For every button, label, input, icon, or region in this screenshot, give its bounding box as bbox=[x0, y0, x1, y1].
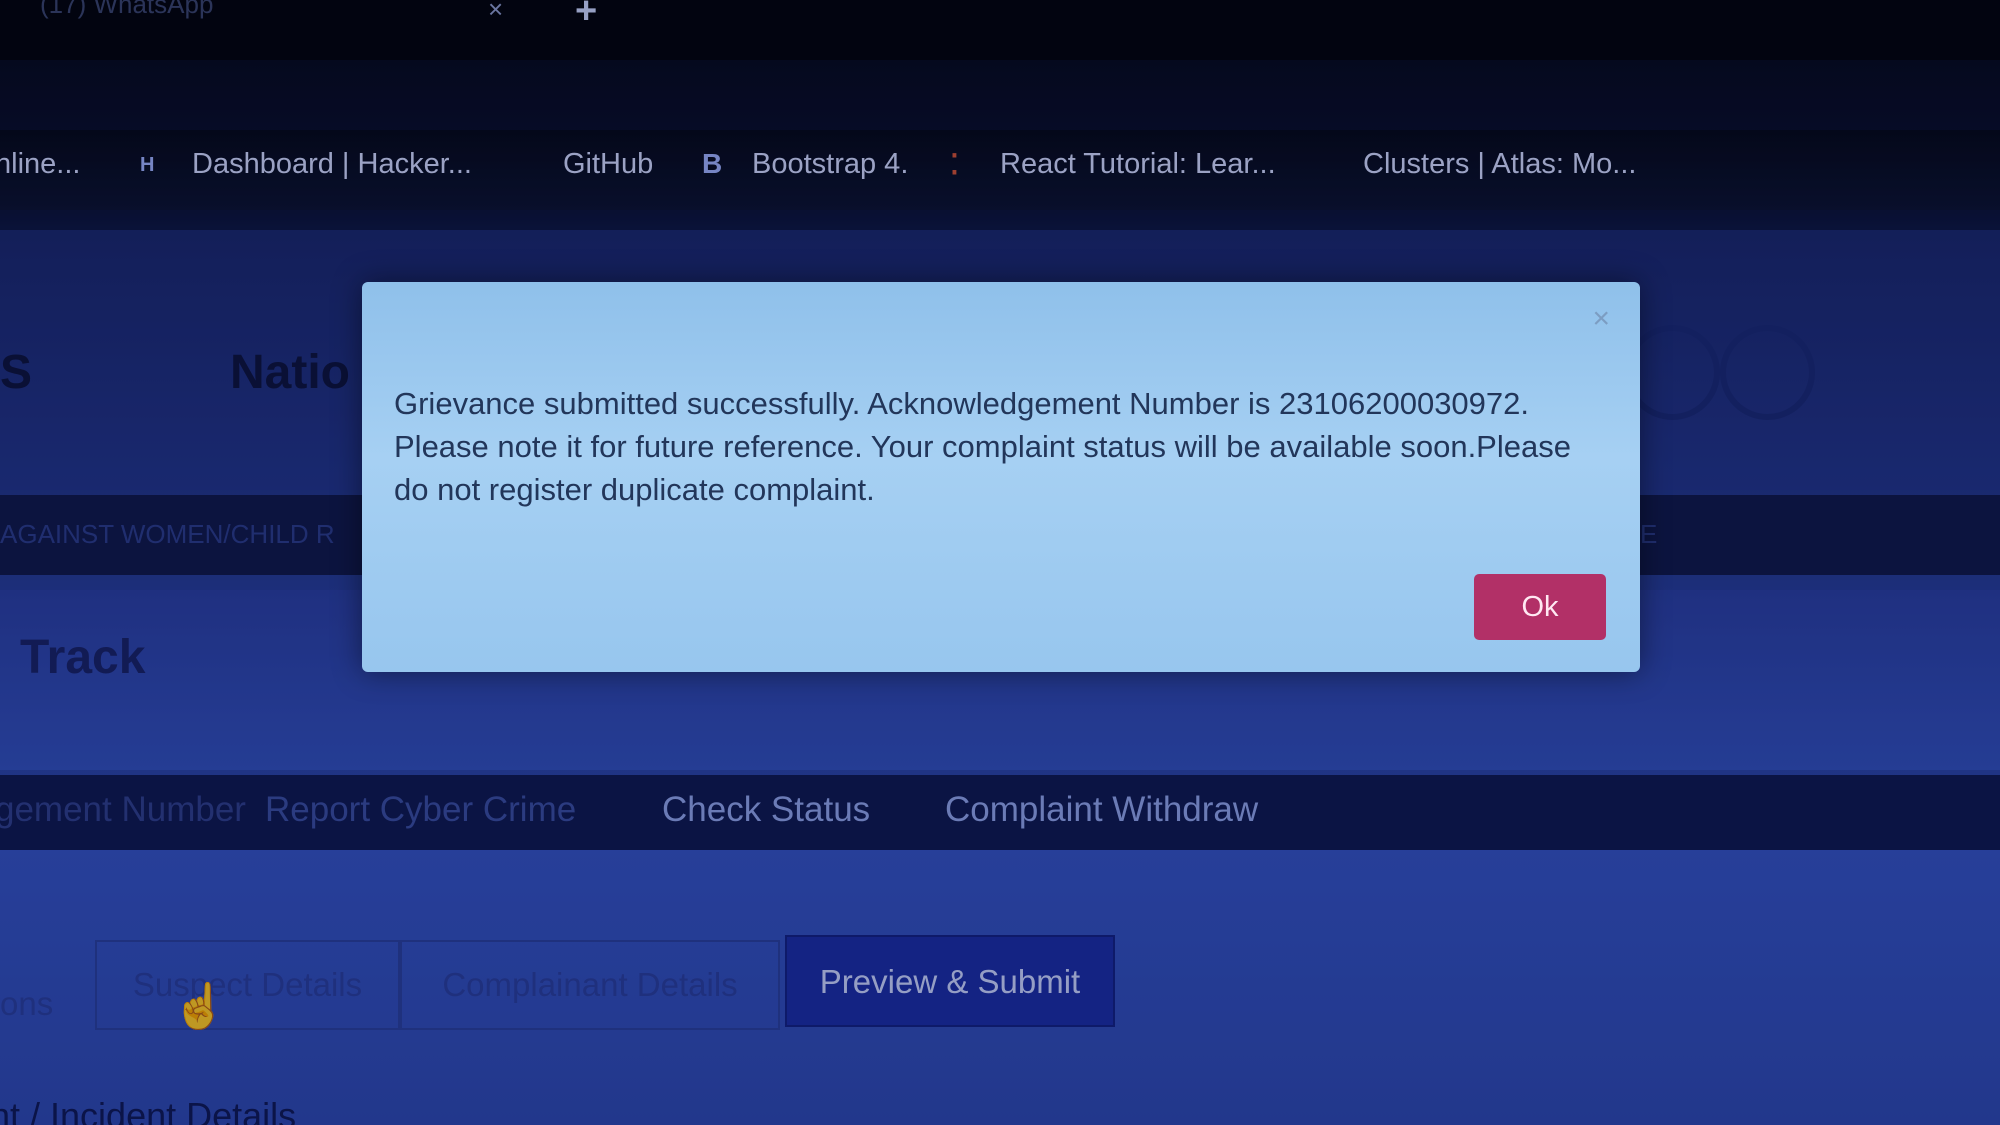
success-dialog: × Grievance submitted successfully. Ackn… bbox=[362, 282, 1640, 672]
dialog-message: Grievance submitted successfully. Acknow… bbox=[394, 386, 1571, 507]
screen: (17) WhatsApp × + nline... H Dashboard |… bbox=[0, 0, 2000, 1125]
ok-button[interactable]: Ok bbox=[1474, 574, 1606, 640]
close-icon[interactable]: × bbox=[1592, 304, 1610, 334]
